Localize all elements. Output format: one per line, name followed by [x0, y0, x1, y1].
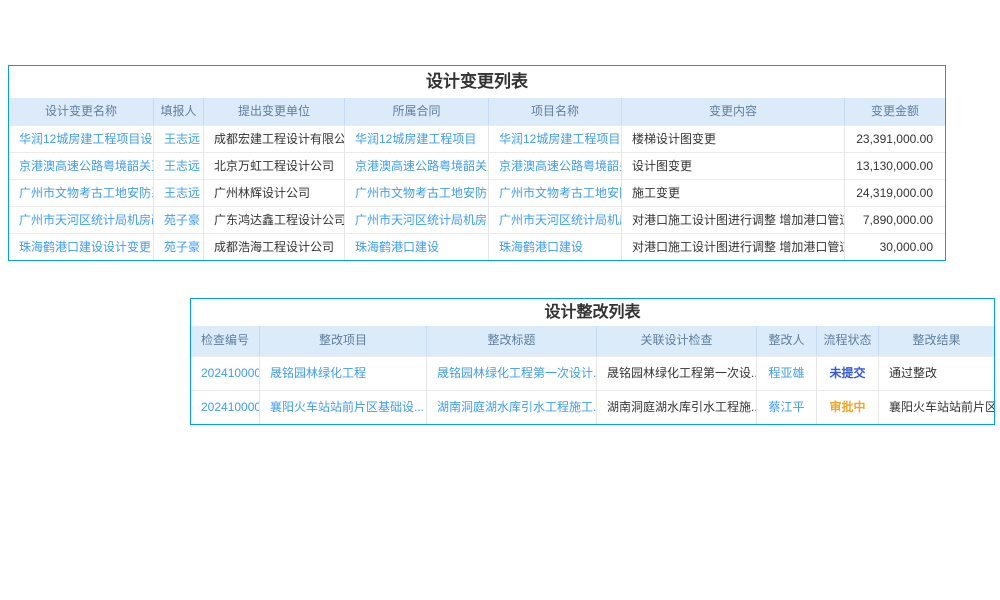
change-name-link[interactable]: 广州市文物考古工地安防系...: [9, 180, 153, 206]
contract-link[interactable]: 珠海鹤港口建设: [344, 234, 488, 260]
flow-status-badge: 审批中: [816, 391, 878, 424]
design-rectify-list-title: 设计整改列表: [191, 299, 994, 326]
project-name-link[interactable]: 京港澳高速公路粤境韶关至...: [488, 153, 621, 179]
change-amount-value: 24,319,000.00: [844, 180, 945, 206]
change-content-text: 施工变更: [621, 180, 844, 206]
reporter-link[interactable]: 苑子豪: [153, 207, 203, 233]
change-name-link[interactable]: 京港澳高速公路粤境韶关至...: [9, 153, 153, 179]
project-name-link[interactable]: 广州市文物考古工地安防系...: [488, 180, 621, 206]
rectifier-link[interactable]: 蔡江平: [756, 391, 816, 424]
col-header-rectify-result: 整改结果: [878, 326, 994, 356]
change-content-text: 设计图变更: [621, 153, 844, 179]
proposing-unit-text: 广州林辉设计公司: [203, 180, 344, 206]
change-amount-value: 23,391,000.00: [844, 126, 945, 152]
col-header-change-name: 设计变更名称: [9, 98, 153, 125]
contract-link[interactable]: 华润12城房建工程项目: [344, 126, 488, 152]
col-header-related-check: 关联设计检查: [596, 326, 756, 356]
rectify-title-link[interactable]: 湖南洞庭湖水库引水工程施工...: [426, 391, 596, 424]
col-header-rectifier: 整改人: [756, 326, 816, 356]
project-name-link[interactable]: 珠海鹤港口建设: [488, 234, 621, 260]
design-change-header-row: 设计变更名称 填报人 提出变更单位 所属合同 项目名称 变更内容 变更金额: [9, 98, 945, 125]
change-content-text: 对港口施工设计图进行调整 增加港口管道建设工程: [621, 234, 844, 260]
contract-link[interactable]: 京港澳高速公路粤境韶关至...: [344, 153, 488, 179]
table-row: 广州市天河区统计局机房改... 苑子豪 广东鸿达鑫工程设计公司 广州市天河区统计…: [9, 206, 945, 233]
change-content-text: 对港口施工设计图进行调整 增加港口管道建设工程: [621, 207, 844, 233]
change-content-text: 楼梯设计图变更: [621, 126, 844, 152]
design-rectify-header-row: 检查编号 整改项目 整改标题 关联设计检查 整改人 流程状态 整改结果: [191, 326, 994, 356]
check-no-link[interactable]: 2024100001: [191, 391, 259, 424]
col-header-project-name: 项目名称: [488, 98, 621, 125]
col-header-proposing-unit: 提出变更单位: [203, 98, 344, 125]
table-row: 广州市文物考古工地安防系... 王志远 广州林辉设计公司 广州市文物考古工地安防…: [9, 179, 945, 206]
col-header-rectify-title: 整改标题: [426, 326, 596, 356]
rectify-project-link[interactable]: 晟铭园林绿化工程: [259, 357, 426, 390]
rectifier-link[interactable]: 程亚雄: [756, 357, 816, 390]
reporter-link[interactable]: 王志远: [153, 180, 203, 206]
proposing-unit-text: 成都浩海工程设计公司: [203, 234, 344, 260]
related-check-text: 晟铭园林绿化工程第一次设...: [596, 357, 756, 390]
table-row: 2024100001 襄阳火车站站前片区基础设... 湖南洞庭湖水库引水工程施工…: [191, 390, 994, 424]
design-rectify-list-panel: 设计整改列表 检查编号 整改项目 整改标题 关联设计检查 整改人 流程状态 整改…: [190, 298, 995, 425]
proposing-unit-text: 广东鸿达鑫工程设计公司: [203, 207, 344, 233]
contract-link[interactable]: 广州市文物考古工地安防系...: [344, 180, 488, 206]
rectify-result-text: 通过整改: [878, 357, 994, 390]
related-check-text: 湖南洞庭湖水库引水工程施...: [596, 391, 756, 424]
col-header-check-no: 检查编号: [191, 326, 259, 356]
table-row: 珠海鹤港口建设设计变更 苑子豪 成都浩海工程设计公司 珠海鹤港口建设 珠海鹤港口…: [9, 233, 945, 260]
table-row: 华润12城房建工程项目设计... 王志远 成都宏建工程设计有限公司 华润12城房…: [9, 125, 945, 152]
reporter-link[interactable]: 王志远: [153, 126, 203, 152]
col-header-change-content: 变更内容: [621, 98, 844, 125]
check-no-link[interactable]: 2024100002: [191, 357, 259, 390]
design-change-list-title: 设计变更列表: [9, 66, 945, 98]
reporter-link[interactable]: 苑子豪: [153, 234, 203, 260]
change-amount-value: 7,890,000.00: [844, 207, 945, 233]
col-header-reporter: 填报人: [153, 98, 203, 125]
rectify-title-link[interactable]: 晟铭园林绿化工程第一次设计...: [426, 357, 596, 390]
rectify-project-link[interactable]: 襄阳火车站站前片区基础设...: [259, 391, 426, 424]
col-header-rectify-project: 整改项目: [259, 326, 426, 356]
contract-link[interactable]: 广州市天河区统计局机房改...: [344, 207, 488, 233]
change-name-link[interactable]: 华润12城房建工程项目设计...: [9, 126, 153, 152]
design-change-list-panel: 设计变更列表 设计变更名称 填报人 提出变更单位 所属合同 项目名称 变更内容 …: [8, 65, 946, 261]
change-amount-value: 13,130,000.00: [844, 153, 945, 179]
table-row: 2024100002 晟铭园林绿化工程 晟铭园林绿化工程第一次设计... 晟铭园…: [191, 356, 994, 390]
col-header-change-amount: 变更金额: [844, 98, 945, 125]
reporter-link[interactable]: 王志远: [153, 153, 203, 179]
col-header-contract: 所属合同: [344, 98, 488, 125]
project-name-link[interactable]: 华润12城房建工程项目: [488, 126, 621, 152]
col-header-flow-status: 流程状态: [816, 326, 878, 356]
change-name-link[interactable]: 珠海鹤港口建设设计变更: [9, 234, 153, 260]
flow-status-badge: 未提交: [816, 357, 878, 390]
rectify-result-text: 襄阳火车站站前片区...: [878, 391, 994, 424]
project-name-link[interactable]: 广州市天河区统计局机房改...: [488, 207, 621, 233]
table-row: 京港澳高速公路粤境韶关至... 王志远 北京万虹工程设计公司 京港澳高速公路粤境…: [9, 152, 945, 179]
change-name-link[interactable]: 广州市天河区统计局机房改...: [9, 207, 153, 233]
change-amount-value: 30,000.00: [844, 234, 945, 260]
proposing-unit-text: 北京万虹工程设计公司: [203, 153, 344, 179]
proposing-unit-text: 成都宏建工程设计有限公司: [203, 126, 344, 152]
